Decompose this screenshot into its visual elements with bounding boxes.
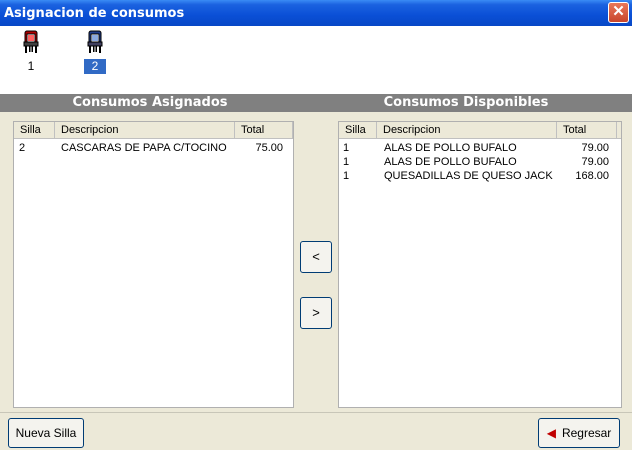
move-right-button[interactable]: > <box>300 297 332 329</box>
seat-number: 1 <box>27 59 35 73</box>
available-panel: Silla Descripcion Total 1 ALAS DE POLLO … <box>332 112 632 412</box>
seat-1[interactable]: 1 <box>17 30 45 74</box>
cell-descripcion: ALAS DE POLLO BUFALO <box>384 142 517 154</box>
list-header: Silla Descripcion Total <box>14 122 293 139</box>
available-header: Consumos Disponibles <box>300 94 632 112</box>
seat-2[interactable]: 2 <box>81 30 109 74</box>
cell-silla: 1 <box>343 170 350 182</box>
cell-total: 79.00 <box>581 142 609 154</box>
list-item[interactable]: 1 QUESADILLAS DE QUESO JACK 168.00 <box>339 169 621 183</box>
column-silla[interactable]: Silla <box>339 122 377 139</box>
nueva-silla-button[interactable]: Nueva Silla <box>8 418 84 448</box>
back-arrow-icon: ◀ <box>546 426 556 440</box>
assigned-panel: Silla Descripcion Total 2 CASCARAS DE PA… <box>0 112 300 412</box>
cell-descripcion: CASCARAS DE PAPA C/TOCINO <box>61 142 227 154</box>
regresar-label: Regresar <box>561 426 612 440</box>
column-descripcion[interactable]: Descripcion <box>377 122 557 139</box>
list-item[interactable]: 2 CASCARAS DE PAPA C/TOCINO 75.00 <box>14 141 293 155</box>
list-item[interactable]: 1 ALAS DE POLLO BUFALO 79.00 <box>339 141 621 155</box>
cell-total: 75.00 <box>255 142 283 154</box>
available-list[interactable]: Silla Descripcion Total 1 ALAS DE POLLO … <box>338 121 622 408</box>
title-bar: Asignacion de consumos ✕ <box>0 0 632 26</box>
cell-silla: 1 <box>343 142 350 154</box>
seat-selector: 1 2 <box>0 26 632 94</box>
column-silla[interactable]: Silla <box>14 122 55 139</box>
assigned-header: Consumos Asignados <box>0 94 300 112</box>
list-item[interactable]: 1 ALAS DE POLLO BUFALO 79.00 <box>339 155 621 169</box>
cell-descripcion: QUESADILLAS DE QUESO JACK <box>384 170 553 182</box>
seat-number: 2 <box>84 59 106 74</box>
list-header: Silla Descripcion Total <box>339 122 621 139</box>
cell-total: 168.00 <box>575 170 609 182</box>
regresar-button[interactable]: ◀ Regresar <box>538 418 620 448</box>
column-total[interactable]: Total <box>235 122 293 139</box>
cell-descripcion: ALAS DE POLLO BUFALO <box>384 156 517 168</box>
close-button[interactable]: ✕ <box>608 2 629 23</box>
cell-total: 79.00 <box>581 156 609 168</box>
window-title: Asignacion de consumos <box>4 6 185 21</box>
chair-blue-icon <box>87 30 103 53</box>
assigned-list[interactable]: Silla Descripcion Total 2 CASCARAS DE PA… <box>13 121 294 408</box>
divider <box>0 412 632 413</box>
column-total[interactable]: Total <box>557 122 617 139</box>
column-descripcion[interactable]: Descripcion <box>55 122 235 139</box>
chair-red-icon <box>23 30 39 53</box>
cell-silla: 1 <box>343 156 350 168</box>
move-left-button[interactable]: < <box>300 241 332 273</box>
cell-silla: 2 <box>19 142 26 154</box>
